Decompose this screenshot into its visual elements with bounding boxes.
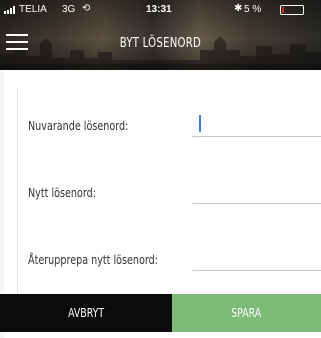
current-password-row: Nuvarande lösenord: (18, 113, 321, 153)
new-password-field[interactable] (191, 180, 321, 204)
current-password-field[interactable] (191, 113, 321, 137)
loading-spinner-icon: ⟲ (82, 3, 91, 14)
cancel-button-label: AVBRYT (68, 306, 104, 320)
hamburger-menu-icon[interactable] (6, 34, 30, 52)
repeat-password-label: Återupprepa nytt lösenord: (28, 253, 158, 267)
new-password-label: Nytt lösenord: (28, 186, 96, 200)
current-password-label: Nuvarande lösenord: (28, 119, 129, 133)
new-password-row: Nytt lösenord: (18, 180, 321, 220)
save-button-label: SPARA (231, 306, 262, 320)
save-button[interactable]: SPARA (172, 294, 321, 332)
status-bar: TELIA 3G ⟲ 13:31 ✱ 5 % (0, 0, 321, 20)
network-type: 3G (62, 4, 76, 15)
text-cursor (199, 115, 201, 132)
battery-icon (280, 5, 304, 15)
repeat-password-row: Återupprepa nytt lösenord: (18, 247, 321, 287)
bluetooth-icon: ✱ (234, 3, 243, 14)
page-title: BYT LÖSENORD (119, 36, 202, 51)
battery-percent: 5 % (244, 4, 262, 15)
signal-strength-icon (4, 6, 15, 14)
change-password-form: Nuvarande lösenord: Nytt lösenord: Återu… (17, 88, 321, 294)
header-bar: TELIA 3G ⟲ 13:31 ✱ 5 % BYT LÖSENORD (0, 0, 321, 70)
status-time: 13:31 (146, 4, 172, 15)
cancel-button[interactable]: AVBRYT (0, 294, 172, 332)
repeat-password-field[interactable] (191, 247, 321, 271)
carrier-name: TELIA (19, 4, 47, 15)
